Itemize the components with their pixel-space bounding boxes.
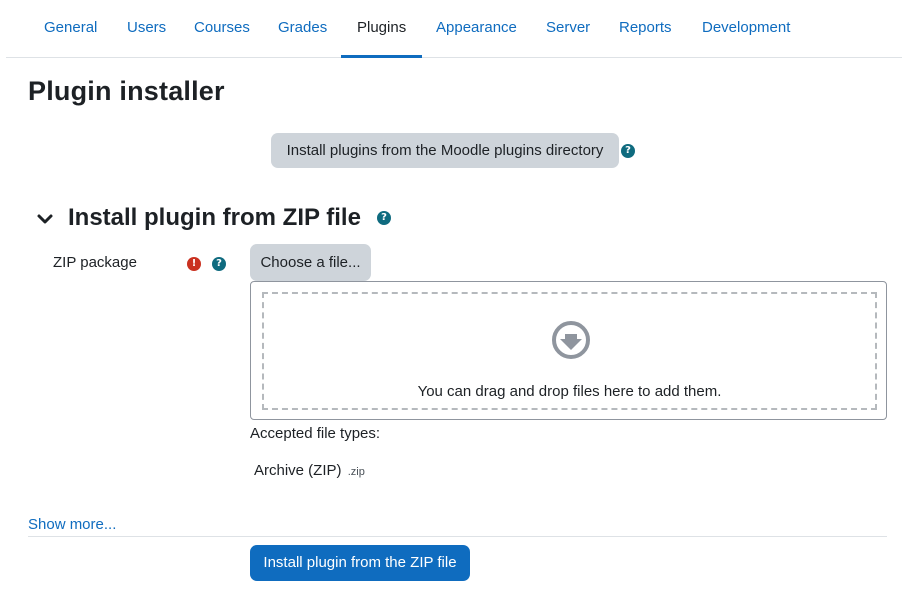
show-more-link[interactable]: Show more... <box>28 516 116 533</box>
tab-reports[interactable]: Reports <box>603 0 688 58</box>
section-title-text: Install plugin from ZIP file <box>68 204 361 231</box>
zip-package-label: ZIP package <box>53 254 137 271</box>
question-circle-icon[interactable]: ? <box>212 257 226 271</box>
tab-server[interactable]: Server <box>530 0 606 58</box>
divider <box>28 536 887 537</box>
file-type-name: Archive (ZIP) <box>254 462 342 479</box>
question-circle-icon[interactable]: ? <box>621 144 635 158</box>
drop-zone-text: You can drag and drop files here to add … <box>417 383 722 400</box>
tab-grades[interactable]: Grades <box>262 0 343 58</box>
tab-plugins[interactable]: Plugins <box>341 0 423 58</box>
tab-appearance[interactable]: Appearance <box>420 0 533 58</box>
arrow-circle-down-icon <box>552 321 590 359</box>
admin-tabs: General Users Courses Grades Plugins App… <box>6 0 902 58</box>
section-title: Install plugin from ZIP file <box>68 204 361 232</box>
accepted-type-item: Archive (ZIP) .zip <box>254 462 365 479</box>
file-type-extension: .zip <box>347 466 365 478</box>
install-zip-button[interactable]: Install plugin from the ZIP file <box>250 545 470 581</box>
tab-general[interactable]: General <box>28 0 113 58</box>
plugins-directory-button[interactable]: Install plugins from the Moodle plugins … <box>271 133 619 168</box>
question-circle-icon[interactable]: ? <box>377 211 391 225</box>
tab-courses[interactable]: Courses <box>178 0 266 58</box>
page-title: Plugin installer <box>28 76 225 106</box>
drop-zone[interactable]: You can drag and drop files here to add … <box>262 292 877 410</box>
tab-users[interactable]: Users <box>111 0 182 58</box>
accepted-types-label: Accepted file types: <box>250 425 381 442</box>
exclamation-circle-icon: ! <box>187 257 201 271</box>
tab-development[interactable]: Development <box>686 0 806 58</box>
chevron-down-icon[interactable] <box>36 210 54 228</box>
file-manager: You can drag and drop files here to add … <box>250 281 887 420</box>
choose-file-button[interactable]: Choose a file... <box>250 244 371 281</box>
